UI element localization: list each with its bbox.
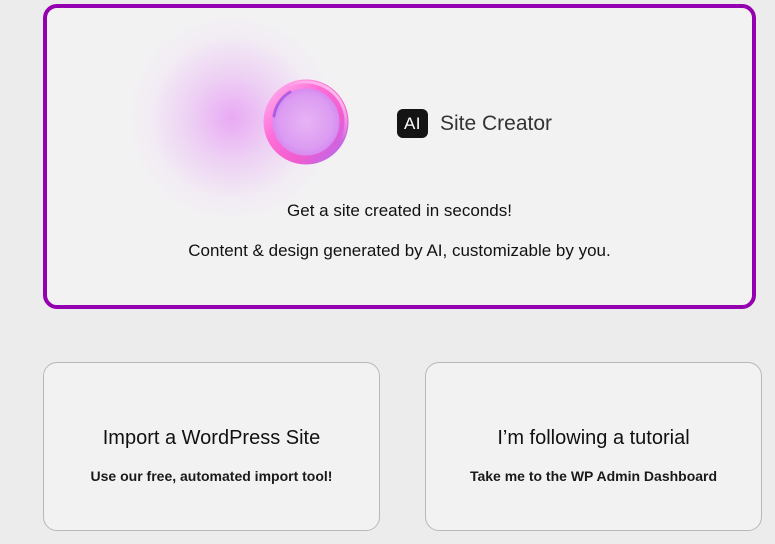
import-site-title: Import a WordPress Site [102, 427, 321, 449]
site-creator-title: Site Creator [440, 112, 553, 135]
tutorial-title: I’m following a tutorial [497, 427, 690, 449]
site-creator-tagline: Get a site created in seconds! [287, 201, 512, 220]
ai-badge-icon: AI [397, 109, 428, 138]
following-tutorial-card[interactable]: I’m following a tutorial Take me to the … [425, 362, 762, 531]
site-creator-description: Content & design generated by AI, custom… [188, 241, 611, 260]
import-wordpress-site-card[interactable]: Import a WordPress Site Use our free, au… [43, 362, 380, 531]
tutorial-subtitle: Take me to the WP Admin Dashboard [469, 468, 718, 484]
onboarding-page: AI Site Creator Get a site created in se… [0, 0, 775, 544]
import-site-subtitle: Use our free, automated import tool! [90, 468, 333, 484]
ai-orb-icon [263, 79, 349, 165]
site-creator-card[interactable]: AI Site Creator Get a site created in se… [43, 4, 756, 309]
